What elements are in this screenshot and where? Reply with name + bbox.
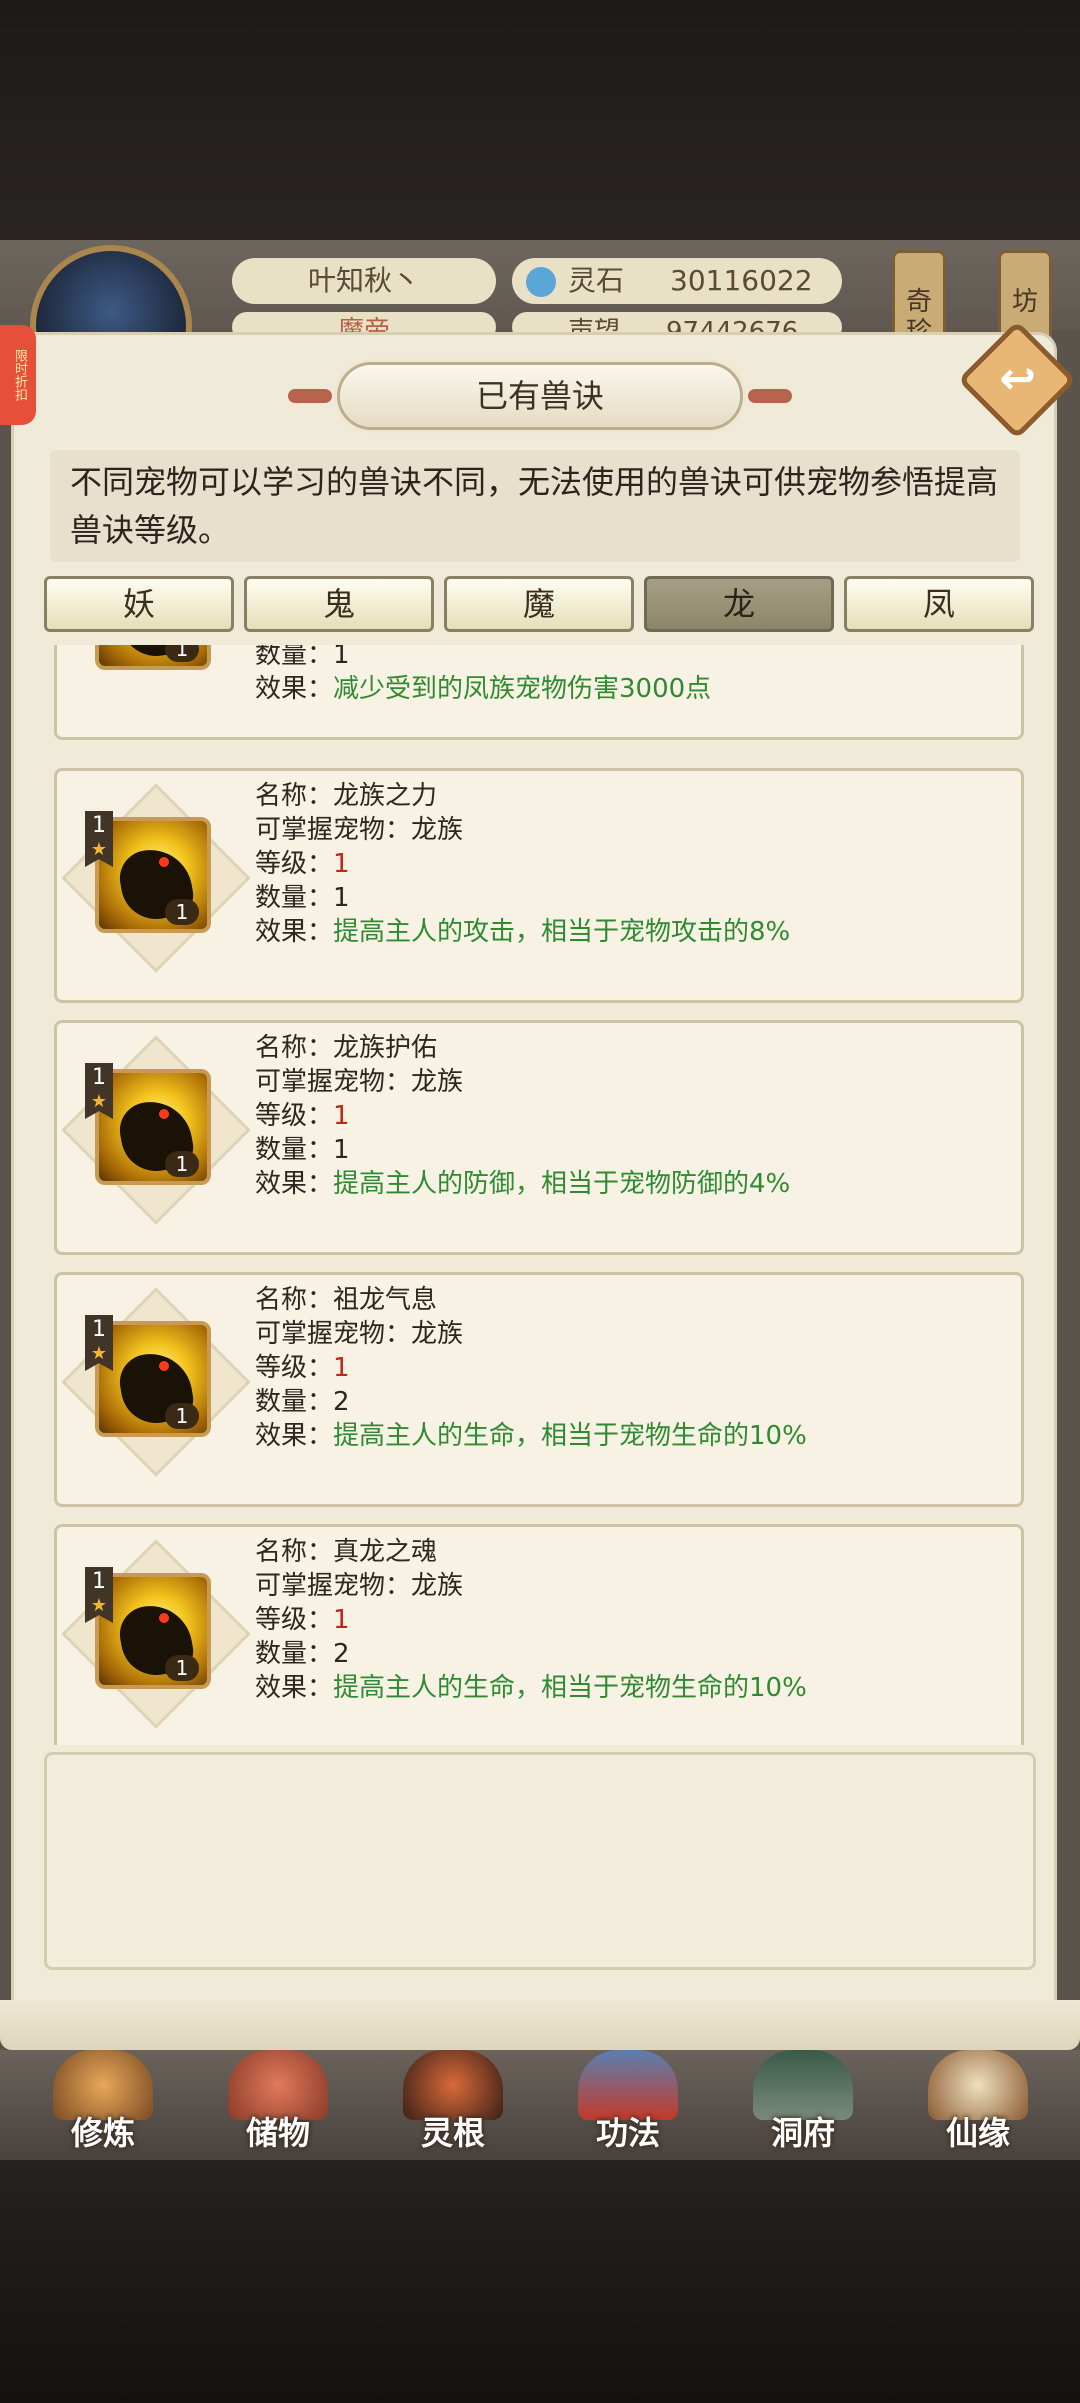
tab-gui[interactable]: 鬼 — [244, 576, 434, 632]
tab-long[interactable]: 龙 — [644, 576, 834, 632]
skill-card[interactable]: 1 1 ★ 名称：祖龙气息 可掌握宠物：龙族 等级：1 数量：2 效果：提高主人的… — [54, 1272, 1024, 1507]
scroll-bottom-curl — [0, 2000, 1080, 2050]
skill-icon-frame: 1 — [79, 645, 227, 686]
background-right-edge — [1052, 330, 1080, 2060]
spirit-stone-counter: 灵石 30116022 — [512, 258, 842, 304]
nav-cultivate[interactable]: 修炼 — [28, 2050, 178, 2160]
dialog-title: 已有兽诀 — [288, 365, 792, 427]
skill-info: 名称：龙族护佑 可掌握宠物：龙族 等级：1 数量：1 效果：提高主人的防御，相当… — [255, 1033, 791, 1199]
rare-treasure-button[interactable]: 奇珍 — [892, 250, 946, 346]
nav-technique[interactable]: 功法 — [553, 2050, 703, 2160]
tab-yao[interactable]: 妖 — [44, 576, 234, 632]
bottom-nav: 修炼 储物 灵根 功法 洞府 仙缘 — [0, 2050, 1080, 2160]
back-arrow-icon: ↩ — [999, 353, 1037, 405]
skill-info: 名称：祖龙气息 可掌握宠物：龙族 等级：1 数量：2 效果：提高主人的生命，相当… — [255, 1285, 807, 1451]
top-dark-area — [0, 0, 1080, 240]
level-badge: 1 ★ — [85, 1063, 113, 1119]
skill-card[interactable]: 1 1 ★ 名称：龙族护佑 可掌握宠物：龙族 等级：1 数量：1 效果：提高主人的… — [54, 1020, 1024, 1255]
level-badge: 1 ★ — [85, 1315, 113, 1371]
dialog-description: 不同宠物可以学习的兽诀不同，无法使用的兽诀可供宠物参悟提高兽诀等级。 — [50, 450, 1020, 562]
skill-card[interactable]: 1 数量：1 效果：减少受到的凤族宠物伤害3000点 — [54, 645, 1024, 740]
skill-name: 祖龙气息 — [333, 1285, 438, 1315]
skill-icon-frame: 1 1 ★ — [61, 1035, 251, 1225]
skill-info: 名称：龙族之力 可掌握宠物：龙族 等级：1 数量：1 效果：提高主人的攻击，相当… — [255, 781, 791, 947]
nav-fate[interactable]: 仙缘 — [903, 2050, 1053, 2160]
nav-storage[interactable]: 储物 — [203, 2050, 353, 2160]
skill-info: 数量：1 效果：减少受到的凤族宠物伤害3000点 — [255, 645, 712, 704]
promo-badge[interactable]: 限时折扣 — [0, 325, 36, 425]
skill-list[interactable]: 1 数量：1 效果：减少受到的凤族宠物伤害3000点 1 1 ★ 名称：龙族之力 … — [52, 645, 1028, 1745]
nav-cave[interactable]: 洞府 — [728, 2050, 878, 2160]
bottom-dark-area — [0, 2160, 1080, 2403]
tab-feng[interactable]: 凤 — [844, 576, 1034, 632]
skill-name: 真龙之魂 — [333, 1537, 438, 1567]
category-tabs: 妖 鬼 魔 龙 凤 — [44, 576, 1034, 634]
dragon-skill-icon: 1 — [95, 645, 211, 670]
skill-icon-frame: 1 1 ★ — [61, 1287, 251, 1477]
empty-detail-area — [44, 1752, 1036, 1970]
level-badge: 1 ★ — [85, 811, 113, 867]
skill-name: 龙族之力 — [333, 781, 438, 811]
skill-icon-frame: 1 1 ★ — [61, 783, 251, 973]
player-name: 叶知秋丶 — [232, 258, 496, 304]
spirit-stone-icon — [526, 267, 556, 297]
nav-spirit-root[interactable]: 灵根 — [378, 2050, 528, 2160]
resource-value: 30116022 — [670, 264, 813, 297]
level-badge: 1 ★ — [85, 1567, 113, 1623]
resource-label: 灵石 — [568, 264, 625, 297]
skill-info: 名称：真龙之魂 可掌握宠物：龙族 等级：1 数量：2 效果：提高主人的生命，相当… — [255, 1537, 807, 1703]
tab-mo[interactable]: 魔 — [444, 576, 634, 632]
skill-card[interactable]: 1 1 ★ 名称：真龙之魂 可掌握宠物：龙族 等级：1 数量：2 效果：提高主人的… — [54, 1524, 1024, 1745]
skill-card[interactable]: 1 1 ★ 名称：龙族之力 可掌握宠物：龙族 等级：1 数量：1 效果：提高主人的… — [54, 768, 1024, 1003]
skill-name: 龙族护佑 — [333, 1033, 438, 1063]
skill-icon-frame: 1 1 ★ — [61, 1539, 251, 1729]
